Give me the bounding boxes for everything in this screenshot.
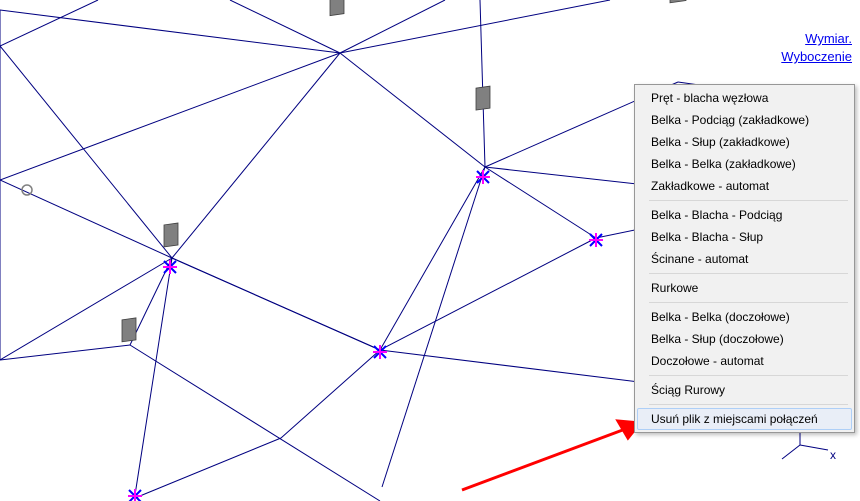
axis-label-x: x [830,448,836,462]
link-wymiar[interactable]: Wymiar. [781,30,852,48]
menu-separator [649,200,848,201]
menu-item-belka-belka-zakladkowe[interactable]: Belka - Belka (zakładkowe) [637,153,852,175]
menu-item-scinane-automat[interactable]: Ścinane - automat [637,248,852,270]
menu-item-belka-blacha-slup[interactable]: Belka - Blacha - Słup [637,226,852,248]
menu-item-usun-plik-polaczen[interactable]: Usuń plik z miejscami połączeń [637,408,852,430]
menu-separator [649,375,848,376]
menu-separator [649,302,848,303]
menu-item-belka-slup-doczolowe[interactable]: Belka - Słup (doczołowe) [637,328,852,350]
menu-item-zakladkowe-automat[interactable]: Zakładkowe - automat [637,175,852,197]
menu-item-belka-belka-doczolowe[interactable]: Belka - Belka (doczołowe) [637,306,852,328]
menu-item-doczolowe-automat[interactable]: Doczołowe - automat [637,350,852,372]
context-menu: Pręt - blacha węzłowa Belka - Podciąg (z… [634,84,855,433]
menu-separator [649,404,848,405]
menu-item-pret-blacha-wezlowa[interactable]: Pręt - blacha węzłowa [637,87,852,109]
menu-separator [649,273,848,274]
menu-item-belka-podciag-zakladkowe[interactable]: Belka - Podciąg (zakładkowe) [637,109,852,131]
top-links: Wymiar. Wyboczenie [781,30,852,66]
menu-item-sciag-rurowy[interactable]: Ściąg Rurowy [637,379,852,401]
link-wyboczenie[interactable]: Wyboczenie [781,48,852,66]
menu-item-belka-blacha-podciag[interactable]: Belka - Blacha - Podciąg [637,204,852,226]
menu-item-rurkowe[interactable]: Rurkowe [637,277,852,299]
menu-item-belka-slup-zakladkowe[interactable]: Belka - Słup (zakładkowe) [637,131,852,153]
